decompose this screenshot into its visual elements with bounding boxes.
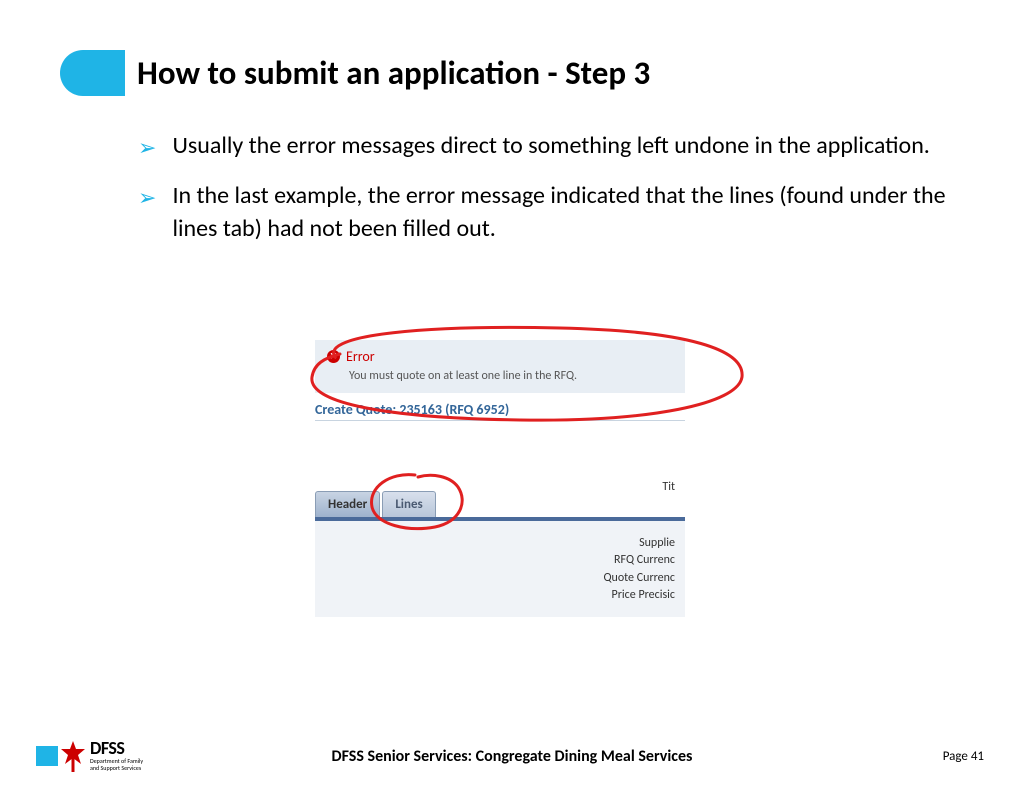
logo-text-big: DFSS <box>90 740 143 756</box>
quote-title: Create Quote: 235163 (RFQ 6952) <box>315 401 685 421</box>
title-accent-shape <box>60 50 125 96</box>
chevron-icon: ➢ <box>138 184 156 211</box>
logo-text-small: Department of Family <box>90 758 143 765</box>
error-icon <box>327 350 340 363</box>
error-label: Error <box>346 348 375 365</box>
slide-title: How to submit an application - Step 3 <box>137 53 650 93</box>
embedded-screenshot: Error You must quote on at least one lin… <box>315 340 685 617</box>
logo-blue-square <box>36 746 58 766</box>
tab-header[interactable]: Header <box>315 491 380 517</box>
field-label-rfq-currency: RFQ Currenc <box>325 552 675 569</box>
error-box: Error You must quote on at least one lin… <box>315 340 685 393</box>
tab-content: Supplie RFQ Currenc Quote Currenc Price … <box>315 521 685 617</box>
slide-footer: DFSS Department of Family and Support Se… <box>0 739 1024 773</box>
error-message: You must quote on at least one line in t… <box>349 369 673 383</box>
field-label-supplier: Supplie <box>325 535 675 552</box>
field-label-quote-currency: Quote Currenc <box>325 570 675 587</box>
tabs-row: Header Lines <box>315 491 685 517</box>
chevron-icon: ➢ <box>138 134 156 161</box>
bullet-list: ➢ Usually the error messages direct to s… <box>138 130 948 245</box>
tab-lines[interactable]: Lines <box>382 491 435 517</box>
bullet-item: ➢ Usually the error messages direct to s… <box>138 130 948 162</box>
field-label-price-precision: Price Precisic <box>325 587 675 604</box>
page-number: Page 41 <box>943 749 984 764</box>
logo-text-small: and Support Services <box>90 765 143 772</box>
bullet-text: Usually the error messages direct to som… <box>172 130 929 162</box>
footer-center-text: DFSS Senior Services: Congregate Dining … <box>332 747 693 766</box>
bullet-text: In the last example, the error message i… <box>172 180 948 245</box>
footer-logo: DFSS Department of Family and Support Se… <box>36 739 143 773</box>
bullet-item: ➢ In the last example, the error message… <box>138 180 948 245</box>
star-icon <box>60 739 86 773</box>
